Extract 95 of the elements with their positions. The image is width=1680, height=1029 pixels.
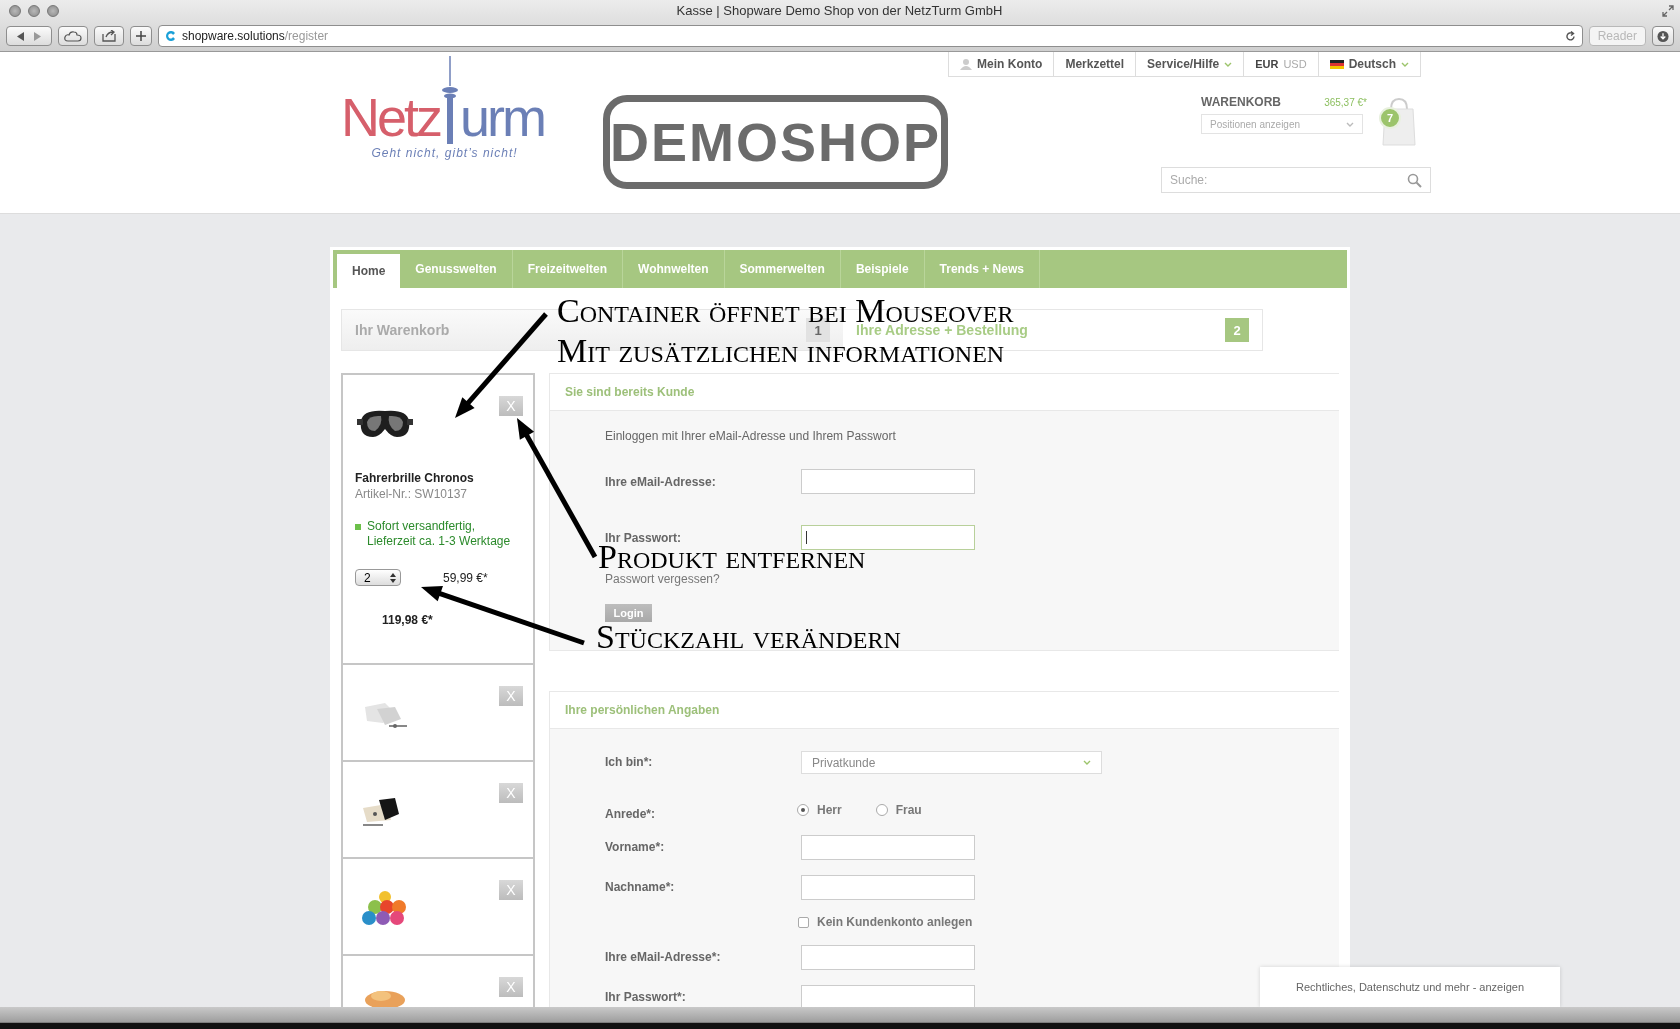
chevron-icon (1345, 121, 1354, 127)
legal-info-tab[interactable]: Rechtliches, Datenschutz und mehr - anzeigen (1260, 967, 1560, 1007)
chevron-icon (1400, 61, 1409, 67)
add-button[interactable] (130, 26, 152, 47)
customer-type-select[interactable]: Privatkunde (801, 751, 1102, 774)
radio-label: Herr (817, 803, 842, 817)
cart-total: 365,37 €* (1324, 97, 1367, 108)
login-button[interactable]: Login (605, 604, 652, 622)
close-icon[interactable] (9, 4, 21, 17)
language-link[interactable]: Deutsch (1348, 57, 1396, 71)
person-icon (960, 58, 973, 70)
input-field[interactable] (801, 834, 975, 860)
fullscreen-icon[interactable] (1662, 5, 1674, 17)
forgot-password-link[interactable]: Passwort vergessen? (605, 572, 1339, 586)
currency-option[interactable]: EUR (1255, 58, 1279, 70)
field-label: Anrede*: (605, 807, 656, 821)
cart-count-badge: 7 (1378, 107, 1401, 129)
checkbox-label: Kein Kundenkonto anlegen (817, 915, 973, 929)
step-label: Ihre Adresse + Bestellung (856, 322, 1028, 338)
field-label: Ich bin*: (605, 755, 654, 769)
menu-link[interactable]: Service/Hilfe (1147, 57, 1220, 71)
annotation-text: Produkt entfernen (598, 543, 866, 571)
annotation-text: Stückzahl verändern (596, 623, 901, 651)
nav-tab[interactable]: Sommerwelten (724, 250, 841, 288)
nav-tab[interactable]: Wohnwelten (623, 250, 725, 288)
nav-tab[interactable]: Genusswelten (400, 250, 513, 288)
reload-icon[interactable] (1564, 30, 1576, 42)
remove-button[interactable]: X (499, 977, 523, 997)
unit-price: 59,99 €* (443, 570, 488, 585)
radio-button[interactable] (875, 804, 888, 816)
input-field[interactable] (801, 525, 975, 550)
banner-logo: DEMOSHOP (603, 95, 949, 189)
radio-label: Frau (895, 803, 922, 817)
reader-button[interactable]: Reader (1588, 26, 1646, 47)
quantity-select[interactable]: 2 (355, 569, 401, 586)
checkbox[interactable] (798, 916, 809, 928)
input-field[interactable] (801, 944, 975, 970)
zoom-icon[interactable] (47, 4, 59, 17)
stepper-icon (390, 572, 396, 583)
forward-icon[interactable] (33, 31, 41, 41)
article-number: Artikel-Nr.: SW10137 (355, 487, 469, 501)
nav-tab[interactable]: Beispiele (840, 250, 925, 288)
section-title: Ihre persönlichen Angaben (565, 703, 720, 717)
login-intro: Einloggen mit Ihrer eMail-Adresse und Ihrem Passwort (605, 429, 897, 443)
field-label: Ihre eMail-Adresse*: (605, 950, 722, 964)
remove-button[interactable]: X (499, 880, 523, 900)
currency-option[interactable]: USD (1283, 58, 1307, 70)
back-forward-button[interactable] (6, 26, 52, 47)
line-total: 119,98 €* (382, 613, 434, 627)
cloud-icon (64, 30, 82, 42)
cart-item[interactable]: X (341, 956, 535, 1007)
step-label: Ihr Warenkorb (355, 322, 450, 338)
input-field[interactable] (801, 984, 975, 1007)
cart-item[interactable]: X (341, 859, 535, 956)
flag-icon (1329, 59, 1344, 69)
download-button[interactable] (1652, 26, 1674, 47)
back-icon[interactable] (17, 31, 25, 41)
remove-button[interactable]: X (499, 783, 523, 803)
window-title: Kasse | Shopware Demo Shop von der NetzTurm GmbH (675, 3, 1004, 19)
address-field[interactable]: shopware.solutions/register (158, 25, 1583, 48)
section-title: Sie sind bereits Kunde (565, 385, 695, 399)
field-label: Ihre eMail-Adresse: (605, 474, 717, 489)
field-label: Nachname*: (605, 880, 676, 894)
minimize-icon[interactable] (28, 4, 40, 17)
menu-link[interactable]: Mein Konto (977, 57, 1043, 71)
download-icon (1657, 29, 1669, 43)
cart-dropdown[interactable]: Positionen anzeigen (1200, 114, 1363, 134)
share-icon (101, 30, 117, 43)
input-field[interactable] (801, 469, 975, 494)
search-field[interactable]: Suche: (1160, 167, 1431, 193)
cart-title[interactable]: WARENKORB (1200, 95, 1281, 109)
product-name: Fahrerbrille Chronos (355, 471, 475, 485)
menu-link[interactable]: Merkzettel (1065, 57, 1125, 71)
field-label: Ihr Passwort*: (605, 990, 687, 1004)
share-button[interactable] (94, 26, 124, 47)
nav-tab[interactable]: Freizeitwelten (512, 250, 624, 288)
radio-button[interactable] (797, 804, 809, 816)
availability-text: Sofort versandfertig, Lieferzeit ca. 1-3 Werktage (367, 519, 512, 549)
input-field[interactable] (801, 874, 975, 900)
remove-button[interactable]: X (499, 686, 523, 706)
chevron-icon (1083, 760, 1091, 765)
shop-logo[interactable]: Netz urm Geht nicht, gibt’s nicht! (341, 56, 549, 160)
cloud-button[interactable] (58, 26, 88, 47)
field-label: Ihr Passwort: (605, 530, 683, 545)
chevron-icon (1224, 61, 1233, 67)
step-number: 2 (1225, 318, 1249, 342)
field-label: Vorname*: (605, 840, 666, 854)
cart-item[interactable]: X (341, 665, 535, 762)
site-icon (165, 30, 177, 43)
plus-icon (136, 31, 146, 42)
nav-tab[interactable]: Trends + News (924, 250, 1040, 288)
nav-tab[interactable]: Home (337, 254, 401, 288)
remove-button[interactable]: X (499, 396, 523, 416)
availability-icon (355, 524, 361, 530)
cart-item[interactable]: X (341, 762, 535, 859)
